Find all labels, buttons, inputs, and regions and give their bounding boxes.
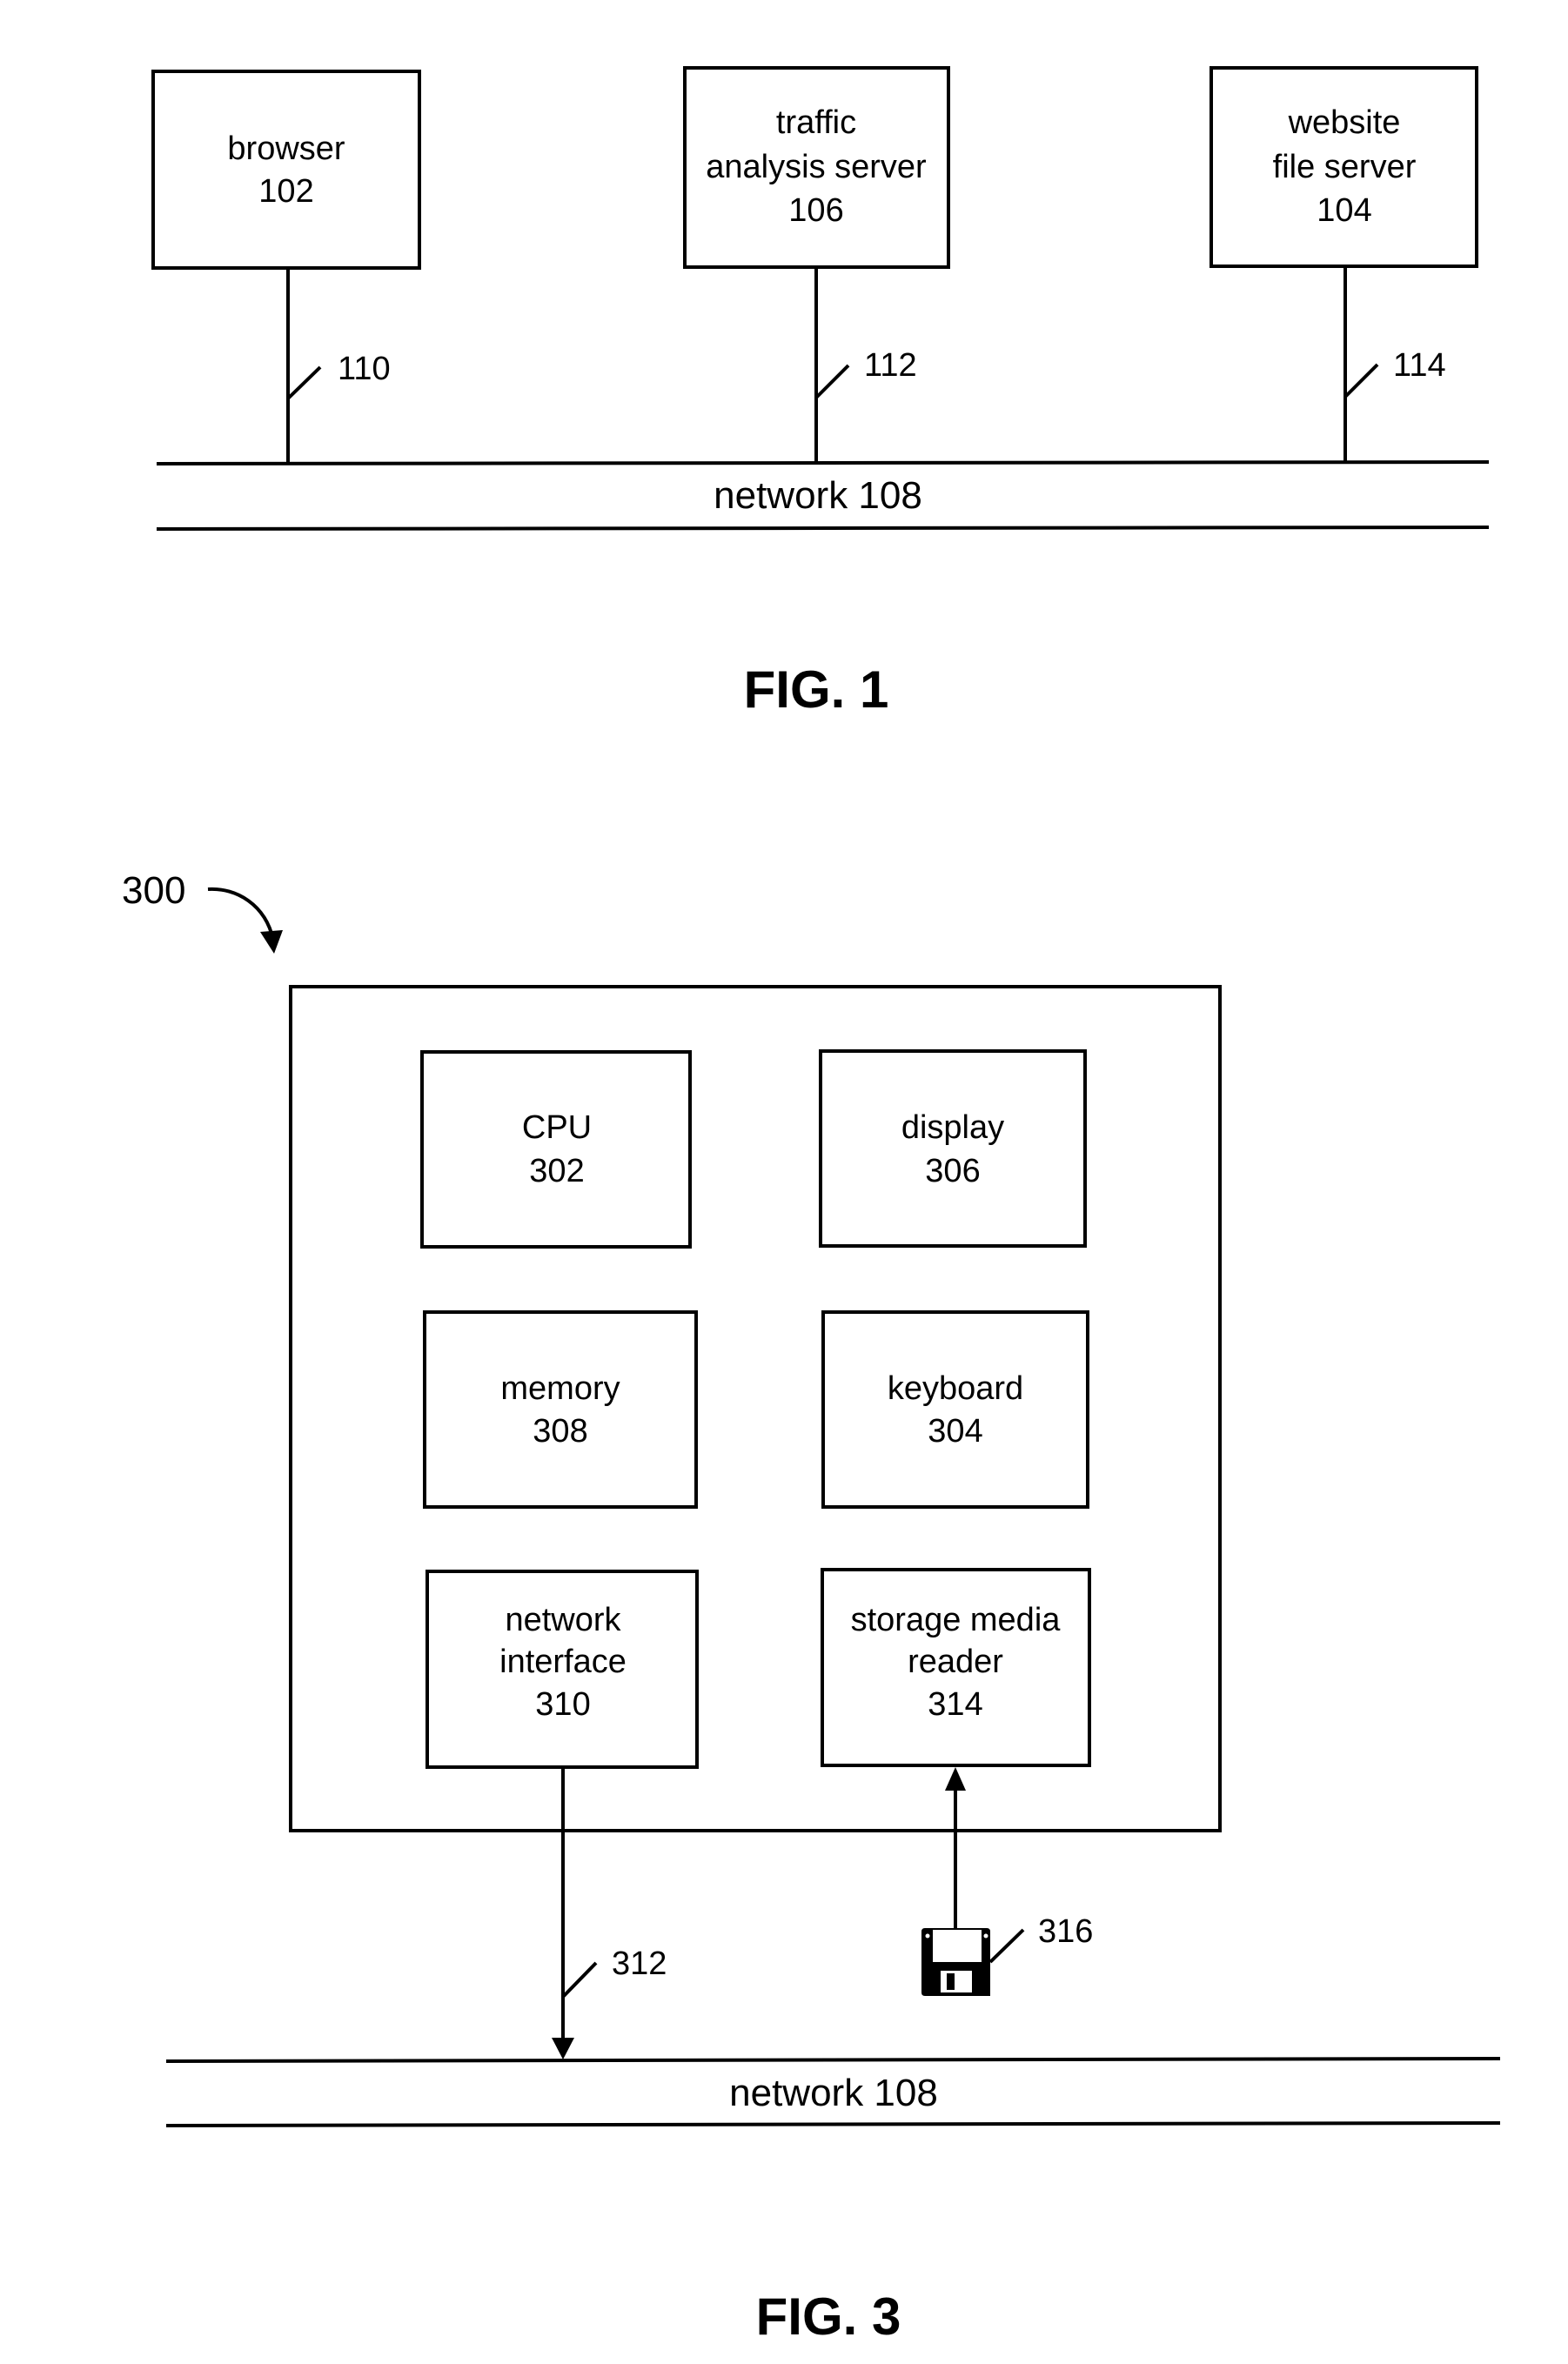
network-label: network 108 <box>729 2072 938 2114</box>
node-traffic-analysis-server: traffic analysis server 106 <box>683 66 950 269</box>
storage-media-reader-label-2: reader <box>908 1644 1003 1680</box>
browser-ref: 102 <box>258 173 313 210</box>
fig1-caption: FIG. 1 <box>744 660 889 719</box>
cpu-box <box>420 1050 692 1249</box>
link-112-ref: 112 <box>864 347 917 384</box>
website-file-server-label-1: website <box>1288 104 1401 141</box>
network-label: network 108 <box>714 474 922 517</box>
traffic-analysis-server-ref: 106 <box>788 192 843 229</box>
link-110-leader <box>286 365 322 400</box>
node-website-file-server: website file server 104 <box>1210 66 1478 268</box>
display-label: display <box>901 1109 1004 1146</box>
memory-label: memory <box>500 1370 620 1407</box>
link-110-ref: 110 <box>338 351 391 387</box>
keyboard-ref: 304 <box>928 1413 982 1450</box>
floppy-disk-icon <box>921 1928 990 1996</box>
network-interface-label-1: network <box>505 1602 621 1638</box>
network-interface-label-2: interface <box>499 1644 627 1680</box>
storage-media-ref: 316 <box>1038 1913 1093 1950</box>
cpu-label: CPU <box>522 1109 592 1146</box>
link-312-leader <box>561 1961 598 1999</box>
node-browser: browser 102 <box>151 70 421 270</box>
network-interface-ref: 310 <box>535 1686 590 1723</box>
keyboard-label: keyboard <box>888 1370 1023 1407</box>
component-keyboard: keyboard 304 <box>821 1310 1089 1509</box>
component-cpu: CPU 302 <box>420 1050 692 1249</box>
fig3: 300 CPU 302 display 306 memory 308 keybo… <box>122 869 1501 2346</box>
memory-ref: 308 <box>533 1413 587 1450</box>
component-network-interface: network interface 310 <box>426 1570 699 1769</box>
component-memory: memory 308 <box>423 1310 698 1509</box>
link-114-ref: 114 <box>1393 347 1446 384</box>
network-bottom-line <box>165 2121 1501 2127</box>
component-display: display 306 <box>819 1049 1087 1248</box>
browser-box <box>151 70 421 270</box>
fig3-caption: FIG. 3 <box>756 2287 901 2346</box>
patent-figures: browser 102 traffic analysis server 106 … <box>122 66 1501 2346</box>
storage-media-reader-ref: 314 <box>928 1686 982 1723</box>
link-114-leader <box>1344 363 1379 398</box>
storage-media-leader <box>988 1928 1025 1964</box>
memory-box <box>423 1310 698 1509</box>
cpu-ref: 302 <box>529 1153 584 1189</box>
system-ref: 300 <box>122 869 185 912</box>
link-312-ref: 312 <box>612 1945 667 1982</box>
link-312-arrowhead <box>552 2038 574 2059</box>
system-ref-arrowhead <box>260 930 283 954</box>
component-storage-media-reader: storage media reader 314 <box>821 1568 1091 1767</box>
browser-label: browser <box>227 131 345 167</box>
network-top-line <box>156 460 1490 465</box>
keyboard-box <box>821 1310 1089 1509</box>
network-top-line <box>165 2057 1501 2063</box>
website-file-server-label-2: file server <box>1273 149 1417 185</box>
display-ref: 306 <box>925 1153 980 1189</box>
website-file-server-ref: 104 <box>1317 192 1371 229</box>
traffic-analysis-server-label-2: analysis server <box>706 149 927 185</box>
link-112-leader <box>814 364 850 399</box>
fig1-network-bus: network 108 <box>156 460 1490 531</box>
display-box <box>819 1049 1087 1248</box>
network-bottom-line <box>156 526 1490 531</box>
fig3-network-bus: network 108 <box>165 2057 1501 2127</box>
fig1: browser 102 traffic analysis server 106 … <box>151 66 1490 719</box>
traffic-analysis-server-label-1: traffic <box>776 104 856 141</box>
storage-media-reader-label-1: storage media <box>851 1602 1062 1638</box>
